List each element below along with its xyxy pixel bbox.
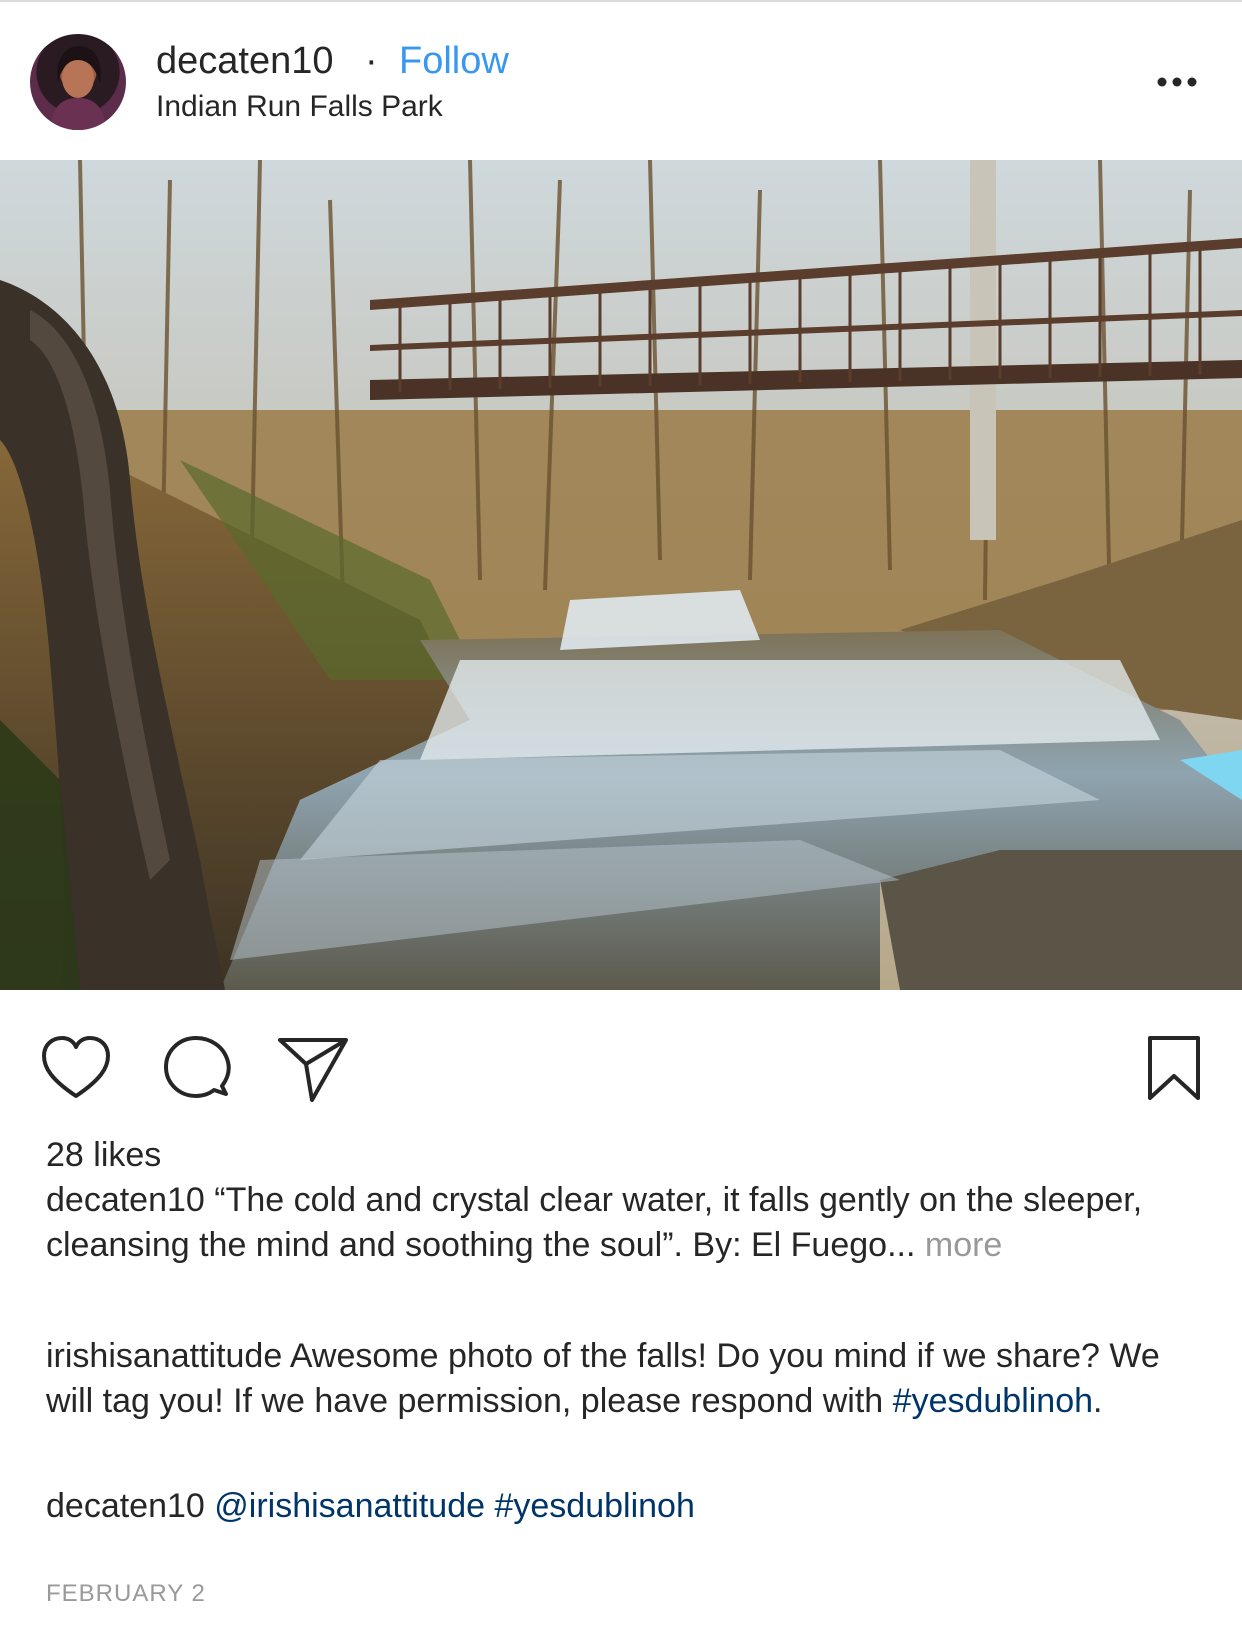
post-photo[interactable] bbox=[0, 159, 1242, 990]
action-bar bbox=[0, 1020, 1242, 1102]
comment-hashtag[interactable]: #yesdublinoh bbox=[494, 1487, 694, 1525]
caption-username[interactable]: decaten10 bbox=[46, 1181, 205, 1219]
comment-item: decaten10 @irishisanattitude #yesdublino… bbox=[46, 1484, 1206, 1529]
paper-plane-icon bbox=[278, 1038, 348, 1102]
caption-more-link[interactable]: more bbox=[925, 1226, 1002, 1264]
caption: decaten10 “The cold and crystal clear wa… bbox=[46, 1178, 1206, 1268]
post-date: FEBRUARY 2 bbox=[46, 1580, 206, 1607]
comment-button[interactable] bbox=[162, 1034, 232, 1104]
comment-bubble-icon bbox=[164, 1036, 231, 1098]
comment-hashtag[interactable]: #yesdublinoh bbox=[893, 1382, 1093, 1420]
comment-username[interactable]: irishisanattitude bbox=[46, 1337, 282, 1375]
likes-count[interactable]: 28 likes bbox=[46, 1136, 161, 1175]
share-button[interactable] bbox=[276, 1034, 348, 1104]
more-horizontal-icon bbox=[1157, 77, 1197, 87]
bookmark-icon bbox=[1148, 1036, 1200, 1100]
more-options-button[interactable] bbox=[1152, 62, 1202, 102]
save-button[interactable] bbox=[1146, 1034, 1216, 1104]
comment-username[interactable]: decaten10 bbox=[46, 1487, 205, 1525]
post-username[interactable]: decaten10 bbox=[156, 40, 334, 83]
separator-dot: · bbox=[365, 40, 378, 82]
post-location[interactable]: Indian Run Falls Park bbox=[156, 90, 443, 124]
comment-mention[interactable]: @irishisanattitude bbox=[214, 1487, 485, 1525]
avatar[interactable] bbox=[30, 34, 126, 130]
heart-icon bbox=[42, 1036, 110, 1098]
follow-button[interactable]: Follow bbox=[399, 40, 509, 83]
comment-item: irishisanattitude Awesome photo of the f… bbox=[46, 1334, 1206, 1424]
like-button[interactable] bbox=[40, 1034, 110, 1104]
comment-trailing-punctuation: . bbox=[1093, 1382, 1103, 1420]
post-header: decaten10 · Follow Indian Run Falls Park bbox=[0, 2, 1242, 160]
